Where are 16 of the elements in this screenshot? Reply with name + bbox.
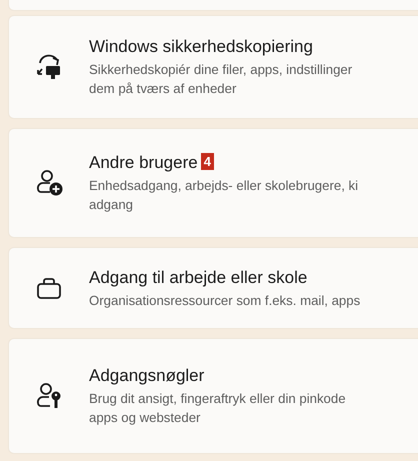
card-title: Adgang til arbejde eller skole: [89, 266, 308, 288]
card-description: apps og websteder: [89, 409, 202, 427]
settings-card[interactable]: Andre brugere 4 Enhedsadgang, arbejds- eller skolebrugere, ki adgang: [8, 128, 418, 238]
card-description: dem på tværs af enheder: [89, 80, 238, 98]
card-description: Sikkerhedskopiér dine filer, apps, indstillinger: [89, 61, 352, 79]
card-description: Brug dit ansigt, fingeraftryk eller din pinkode: [89, 390, 346, 408]
card-description: adgang: [89, 196, 134, 214]
count-badge: 4: [200, 153, 214, 170]
settings-card[interactable]: Windows sikkerhedskopiering Sikkerhedskopiér dine filer, apps, indstillinger dem på tværs af enheder: [8, 15, 418, 119]
settings-card[interactable]: Adgang til arbejde eller skole Organisationsressourcer som f.eks. mail, apps: [8, 247, 418, 329]
card-title: Windows sikkerhedskopiering: [89, 36, 313, 58]
card-description: Organisationsressourcer som f.eks. mail, apps: [89, 292, 360, 310]
card-title: Adgangsnøgler: [89, 365, 204, 387]
card-description: Enhedsadgang, arbejds- eller skolebrugere, ki: [89, 177, 358, 195]
settings-card[interactable]: Adgangsnøgler Brug dit ansigt, fingeraftryk eller din pinkode apps og websteder: [8, 338, 418, 454]
card-title: Andre brugere: [89, 152, 198, 174]
